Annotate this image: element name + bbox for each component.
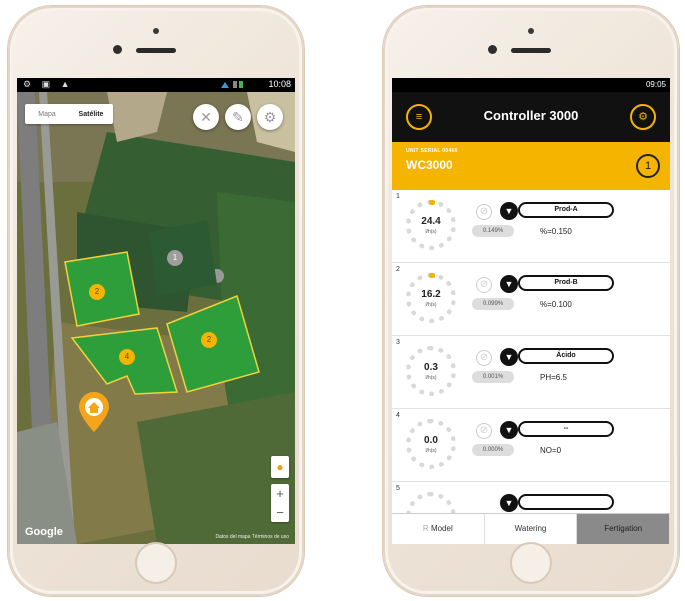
earpiece-speaker [511, 48, 551, 53]
flow-value: 0.0 [424, 435, 438, 446]
home-button[interactable] [135, 542, 177, 584]
field-badge[interactable]: 2 [89, 284, 105, 300]
channel-index: 2 [396, 266, 400, 273]
status-time: 09:05 [645, 80, 666, 89]
channel-list: 1 24.4 l/h(s) ⊘ ▼ Prod-A 0.149% %=0.150 … [392, 190, 670, 514]
map-type-toggle[interactable]: Mapa Satélite [25, 104, 113, 124]
zoom-out-button[interactable]: − [271, 503, 289, 522]
tab-model[interactable]: R Model [392, 514, 485, 544]
injector-icon[interactable]: ▼ [500, 494, 518, 512]
flow-dial [406, 492, 456, 514]
status-bar: 09:05 [392, 78, 670, 92]
camera-icon [153, 28, 159, 34]
flow-dial: 0.3 l/h(s) [406, 346, 456, 396]
map-credits[interactable]: Datos del mapa Términos de uso [215, 534, 289, 540]
close-icon[interactable]: ✕ [193, 104, 219, 130]
percent-badge: 0.000% [472, 444, 514, 456]
gear-icon[interactable]: ⚙ [257, 104, 283, 130]
channel-index: 5 [396, 485, 400, 492]
field-overlay [64, 220, 260, 395]
screen-map: ⚙ ▣ ▲ 10:08 2 4 2 1 Mapa Satélite ✕ ✎ ⚙ … [17, 78, 295, 544]
flow-value: 16.2 [421, 289, 441, 300]
channel-row[interactable]: 5 ▼ [392, 482, 670, 514]
tab-label: Model [430, 524, 453, 533]
channel-index: 3 [396, 339, 400, 346]
channel-row[interactable]: 2 16.2 l/h(s) ⊘ ▼ Prod-B 0.099% %=0.100 [392, 263, 670, 336]
unit-bar[interactable]: UNIT SERIAL 00466 WC3000 1 [392, 142, 670, 190]
injector-icon[interactable]: ▼ [500, 275, 518, 293]
pencil-icon[interactable]: ✎ [225, 104, 251, 130]
flow-dial: 0.0 l/h(s) [406, 419, 456, 469]
product-button[interactable]: Prod-A [518, 202, 614, 218]
satellite-map[interactable]: 2 4 2 1 Mapa Satélite ✕ ✎ ⚙ ● + − Google… [17, 92, 295, 544]
flow-unit: l/h(s) [425, 229, 437, 235]
proximity-sensor [113, 45, 122, 54]
pegman-icon[interactable]: ● [271, 456, 289, 478]
flow-value: 24.4 [421, 216, 441, 227]
product-button[interactable]: -- [518, 421, 614, 437]
app-header: ≡ Controller 3000 ⚙ [392, 92, 670, 142]
channel-row[interactable]: 4 0.0 l/h(s) ⊘ ▼ -- 0.000% NO=0 [392, 409, 670, 482]
setpoint-text: %=0.100 [540, 300, 572, 309]
injector-icon[interactable]: ▼ [500, 202, 518, 220]
setpoint-text: PH=6.5 [540, 373, 567, 382]
map-type-satellite[interactable]: Satélite [69, 111, 113, 118]
google-logo: Google [25, 526, 63, 538]
field-1[interactable] [149, 220, 217, 296]
disabled-icon[interactable]: ⊘ [476, 350, 492, 366]
tab-fertigation[interactable]: Fertigation [577, 514, 670, 544]
field-badge[interactable]: 1 [167, 250, 183, 266]
map-type-map[interactable]: Mapa [25, 111, 69, 118]
flow-unit: l/h(s) [425, 448, 437, 454]
model-tab-prefix: R [422, 524, 429, 533]
percent-badge: 0.099% [472, 298, 514, 310]
unit-serial-label: UNIT SERIAL 00466 [406, 148, 458, 154]
channel-index: 4 [396, 412, 400, 419]
home-marker-icon[interactable] [77, 392, 111, 432]
status-time: 10:08 [268, 79, 291, 89]
percent-badge: 0.149% [472, 225, 514, 237]
phone-left: ⚙ ▣ ▲ 10:08 2 4 2 1 Mapa Satélite ✕ ✎ ⚙ … [8, 6, 304, 596]
disabled-icon[interactable]: ⊘ [476, 204, 492, 220]
zoom-in-button[interactable]: + [271, 484, 289, 503]
proximity-sensor [488, 45, 497, 54]
unit-name: WC3000 [406, 158, 453, 172]
flow-dial: 16.2 l/h(s) [406, 273, 456, 323]
camera-icon [528, 28, 534, 34]
setpoint-text: NO=0 [540, 446, 562, 455]
gear-icon[interactable]: ⚙ [630, 104, 656, 130]
flow-dial: 24.4 l/h(s) [406, 200, 456, 250]
injector-icon[interactable]: ▼ [500, 421, 518, 439]
percent-badge: 0.001% [472, 371, 514, 383]
status-bar: ⚙ ▣ ▲ 10:08 [17, 78, 295, 92]
screen-controller: 09:05 ≡ Controller 3000 ⚙ UNIT SERIAL 00… [392, 78, 670, 544]
status-icons: ⚙ ▣ ▲ [23, 79, 74, 89]
channel-row[interactable]: 3 0.3 l/h(s) ⊘ ▼ Ácido 0.001% PH=6.5 [392, 336, 670, 409]
app-title: Controller 3000 [483, 108, 579, 123]
product-button[interactable]: Prod-B [518, 275, 614, 291]
flow-unit: l/h(s) [425, 302, 437, 308]
signal-icon [221, 81, 243, 88]
phone-right: 09:05 ≡ Controller 3000 ⚙ UNIT SERIAL 00… [383, 6, 679, 596]
flow-value: 0.3 [424, 362, 438, 373]
zoom-control: + − [271, 484, 289, 522]
field-badge[interactable]: 4 [119, 349, 135, 365]
injector-icon[interactable]: ▼ [500, 348, 518, 366]
product-button[interactable]: Ácido [518, 348, 614, 364]
earpiece-speaker [136, 48, 176, 53]
field-badge[interactable]: 2 [201, 332, 217, 348]
tab-watering[interactable]: Watering [485, 514, 578, 544]
flow-unit: l/h(s) [425, 375, 437, 381]
channel-index: 1 [396, 193, 400, 200]
unit-number-badge[interactable]: 1 [636, 154, 660, 178]
channel-row[interactable]: 1 24.4 l/h(s) ⊘ ▼ Prod-A 0.149% %=0.150 [392, 190, 670, 263]
product-button[interactable] [518, 494, 614, 510]
disabled-icon[interactable]: ⊘ [476, 277, 492, 293]
bottom-tabs: R Model Watering Fertigation [392, 513, 670, 544]
disabled-icon[interactable]: ⊘ [476, 423, 492, 439]
home-button[interactable] [510, 542, 552, 584]
setpoint-text: %=0.150 [540, 227, 572, 236]
